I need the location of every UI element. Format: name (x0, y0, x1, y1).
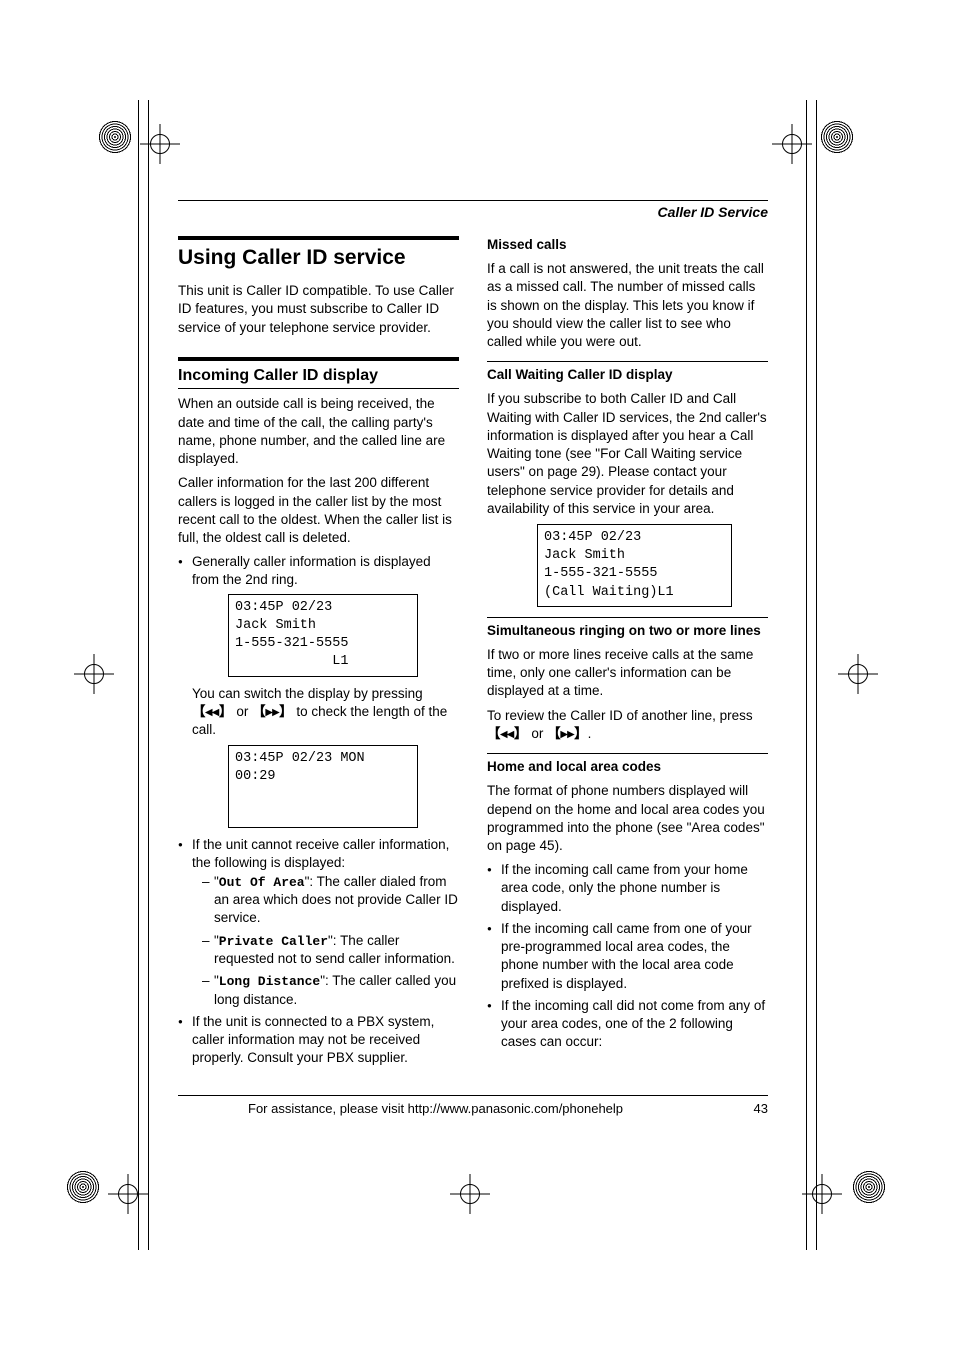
crosshair-icon (74, 654, 114, 694)
heading-bar (178, 236, 459, 240)
bullet-local-area: If the incoming call came from one of yo… (487, 920, 768, 993)
registration-mark (66, 1170, 100, 1204)
crop-line (806, 100, 807, 1250)
crosshair-icon (450, 1174, 490, 1214)
forward-key-icon: 【▸▸】 (252, 704, 293, 719)
header-section: Caller ID Service (178, 203, 768, 222)
switch-pre: You can switch the display by pressing (192, 686, 423, 701)
switch-mid: or (233, 704, 253, 719)
h-call-waiting: Call Waiting Caller ID display (487, 366, 768, 384)
dash-long-distance: "Long Distance": The caller called you l… (202, 972, 459, 1009)
incoming-p2: Caller information for the last 200 diff… (178, 474, 459, 547)
registration-mark (98, 120, 132, 154)
left-column: Using Caller ID service This unit is Cal… (178, 236, 459, 1072)
registration-mark (852, 1170, 886, 1204)
p-simultaneous: If two or more lines receive calls at th… (487, 646, 768, 701)
p-call-waiting: If you subscribe to both Caller ID and C… (487, 390, 768, 518)
footer-help: For assistance, please visit http://www.… (248, 1100, 623, 1118)
header-rule (178, 200, 768, 201)
h2-incoming: Incoming Caller ID display (178, 365, 459, 390)
p-area-codes: The format of phone numbers displayed wi… (487, 782, 768, 855)
crop-line (148, 100, 149, 1250)
review-pre: To review the Caller ID of another line,… (487, 708, 753, 723)
crosshair-icon (140, 124, 180, 164)
review-post: . (588, 726, 592, 741)
code-out-of-area: Out Of Area (219, 875, 305, 890)
switch-text: You can switch the display by pressing 【… (178, 685, 459, 740)
p-missed: If a call is not answered, the unit trea… (487, 260, 768, 351)
divider (487, 361, 768, 362)
right-column: Missed calls If a call is not answered, … (487, 236, 768, 1072)
code-private-caller: Private Caller (219, 934, 328, 949)
divider (487, 753, 768, 754)
bullet-cannot-receive-text: If the unit cannot receive caller inform… (192, 837, 449, 870)
dash-out-of-area: "Out Of Area": The caller dialed from an… (202, 873, 459, 928)
lcd-display-cw: 03:45P 02/23 Jack Smith 1-555-321-5555 (… (537, 524, 732, 607)
p-review: To review the Caller ID of another line,… (487, 707, 768, 743)
code-long-distance: Long Distance (219, 974, 320, 989)
h1-using-caller-id: Using Caller ID service (178, 244, 459, 272)
bullet-home-area: If the incoming call came from your home… (487, 861, 768, 916)
rewind-key-icon: 【◂◂】 (192, 704, 233, 719)
forward-key-icon: 【▸▸】 (547, 726, 588, 741)
crosshair-icon (108, 1174, 148, 1214)
bullet-cannot-receive: If the unit cannot receive caller inform… (178, 836, 459, 1009)
footer: For assistance, please visit http://www.… (178, 1095, 768, 1118)
crop-line (138, 100, 139, 1250)
crop-line (816, 100, 817, 1250)
incoming-p1: When an outside call is being received, … (178, 395, 459, 468)
rewind-key-icon: 【◂◂】 (487, 726, 528, 741)
lcd-display-2: 03:45P 02/23 MON 00:29 (228, 745, 418, 828)
h-area-codes: Home and local area codes (487, 758, 768, 776)
crosshair-icon (802, 1174, 842, 1214)
heading-bar (178, 357, 459, 361)
bullet-ring: Generally caller information is displaye… (178, 553, 459, 589)
bullet-pbx: If the unit is connected to a PBX system… (178, 1013, 459, 1068)
page-number: 43 (754, 1100, 768, 1118)
bullet-other-area: If the incoming call did not come from a… (487, 997, 768, 1052)
lcd-display-1: 03:45P 02/23 Jack Smith 1-555-321-5555 L… (228, 594, 418, 677)
divider (487, 617, 768, 618)
h-missed: Missed calls (487, 236, 768, 254)
crosshair-icon (838, 654, 878, 694)
registration-mark (820, 120, 854, 154)
intro-text: This unit is Caller ID compatible. To us… (178, 282, 459, 337)
review-mid: or (528, 726, 548, 741)
dash-private-caller: "Private Caller": The caller requested n… (202, 932, 459, 969)
h-simultaneous: Simultaneous ringing on two or more line… (487, 622, 768, 640)
